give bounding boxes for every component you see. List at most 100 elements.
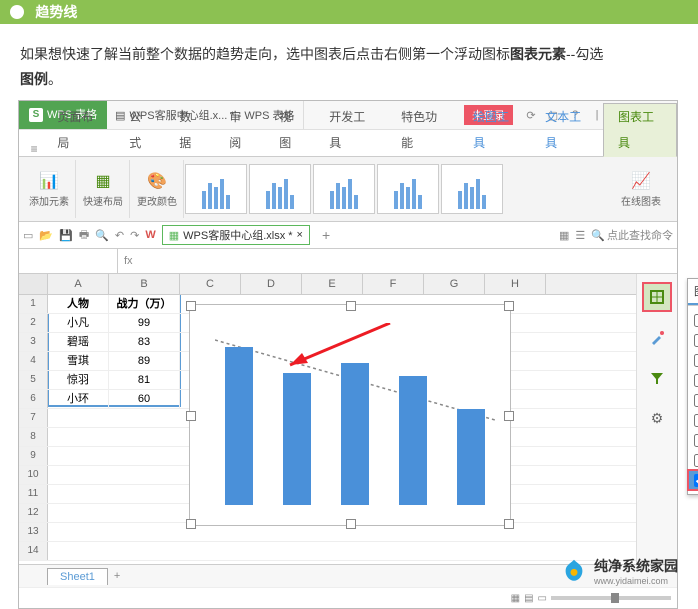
col-header[interactable]: B [109,274,180,294]
checkbox[interactable] [694,394,698,407]
chart-settings-button[interactable]: ⚙ [643,404,671,432]
popup-item-axis-title[interactable]: 轴标题 [688,330,698,350]
tab-text-tools[interactable]: 文本工具 [531,104,603,156]
checkbox[interactable] [694,374,698,387]
resize-handle[interactable] [346,301,356,311]
chart-elements-button[interactable] [642,282,672,312]
quick-layout-button[interactable]: ▦ 快速布局 [77,160,130,218]
popup-item-error-bar[interactable]: 误差线 [688,410,698,430]
cell[interactable]: 碧瑶 [48,333,109,351]
popup-item-gridlines[interactable]: 网格线 [688,430,698,450]
checkbox[interactable] [694,454,698,467]
popup-item-trendline[interactable]: 趋势线 [688,470,698,490]
tab-special[interactable]: 特色功能 [387,104,459,156]
qat-w-icon[interactable]: W [145,229,155,241]
add-element-button[interactable]: 📊 添加元素 [23,160,76,218]
qat-redo-icon[interactable]: ↷ [130,229,139,242]
tab-draw-tools[interactable]: 绘图工具 [459,104,531,156]
cell[interactable]: 小环 [48,390,109,408]
zoom-slider[interactable] [551,596,671,600]
col-header[interactable]: A [48,274,109,294]
popup-item-chart-title[interactable]: 图表标题 [688,350,698,370]
row-header[interactable]: 10 [19,466,48,484]
cell[interactable]: 战力（万） [109,295,180,313]
checkbox[interactable] [694,434,698,447]
resize-handle[interactable] [186,519,196,529]
cell[interactable]: 83 [109,333,180,351]
checkbox[interactable] [694,314,698,327]
qat-preview-icon[interactable]: 🔍 [95,229,109,242]
popup-item-data-label[interactable]: 数据标签 [688,370,698,390]
resize-handle[interactable] [504,411,514,421]
row-header[interactable]: 2 [19,314,48,332]
row-header[interactable]: 3 [19,333,48,351]
resize-handle[interactable] [504,301,514,311]
qat-open-icon[interactable]: 📂 [39,229,53,242]
popup-item-legend[interactable]: 图例 [688,450,698,470]
row-header[interactable]: 7 [19,409,48,427]
command-search[interactable]: 🔍 点此查找命令 [591,227,673,243]
style-item[interactable] [249,164,311,214]
tab-chart-tools[interactable]: 图表工具 [603,103,677,157]
menu-icon[interactable]: ≡ [25,138,43,156]
col-header[interactable]: H [485,274,546,294]
qat-save-icon[interactable]: 💾 [59,229,73,242]
tab-view[interactable]: 视图 [265,104,315,156]
resize-handle[interactable] [504,519,514,529]
row-header[interactable]: 8 [19,428,48,446]
view-icon[interactable]: ▤ [524,593,533,604]
qat-print-icon[interactable]: 🖶 [79,226,89,245]
col-header[interactable]: C [180,274,241,294]
popup-tab-elements[interactable]: 图表元素 [688,279,698,305]
file-close-icon[interactable]: × [297,229,303,241]
cell[interactable]: 60 [109,390,180,408]
row-header[interactable]: 1 [19,295,48,313]
checkbox[interactable] [694,474,698,487]
chart-filter-button[interactable] [643,364,671,392]
col-header[interactable]: D [241,274,302,294]
resize-handle[interactable] [186,411,196,421]
row-header[interactable]: 14 [19,542,48,560]
online-chart-button[interactable]: 📈 在线图表 [615,160,667,218]
row-header[interactable]: 12 [19,504,48,522]
col-header[interactable]: F [363,274,424,294]
qat-cloud-icon[interactable]: ▦ [559,229,569,242]
qat-undo-icon[interactable]: ↶ [115,229,124,242]
qat-new-icon[interactable]: ▭ [23,229,33,242]
sheet-area[interactable]: A B C D E F G H 1人物战力（万） 2小凡99 3碧瑶83 4雪琪… [19,274,636,564]
popup-item-axis[interactable]: 坐标轴 [688,310,698,330]
row-header[interactable]: 6 [19,390,48,408]
row-header[interactable]: 13 [19,523,48,541]
tab-formulas[interactable]: 公式 [115,104,165,156]
file-tab[interactable]: ▦ WPS客服中心组.xlsx * × [162,225,310,245]
sheet-tab[interactable]: Sheet1 [47,568,108,585]
tab-page-layout[interactable]: 页面布局 [43,104,115,156]
chart-styles-button[interactable] [643,324,671,352]
cell[interactable]: 雪琪 [48,352,109,370]
style-gallery[interactable] [185,164,503,214]
embedded-chart[interactable] [189,304,511,526]
popup-item-data-table[interactable]: 数据表 [688,390,698,410]
view-icon[interactable]: ▭ [538,593,547,604]
col-header[interactable]: E [302,274,363,294]
tab-dev[interactable]: 开发工具 [315,104,387,156]
resize-handle[interactable] [346,519,356,529]
tab-review[interactable]: 审阅 [215,104,265,156]
resize-handle[interactable] [186,301,196,311]
select-all-corner[interactable] [19,274,48,294]
style-item[interactable] [185,164,247,214]
name-box[interactable] [19,249,118,273]
style-item[interactable] [441,164,503,214]
new-tab-button[interactable]: + [316,227,336,243]
tab-data[interactable]: 数据 [165,104,215,156]
cell[interactable]: 小凡 [48,314,109,332]
cell[interactable]: 惊羽 [48,371,109,389]
cell[interactable]: 人物 [48,295,109,313]
cell[interactable]: 99 [109,314,180,332]
style-item[interactable] [313,164,375,214]
view-icon[interactable]: ▦ [511,593,520,604]
checkbox[interactable] [694,354,698,367]
change-color-button[interactable]: 🎨 更改颜色 [131,160,184,218]
cell[interactable]: 81 [109,371,180,389]
qat-misc-icon[interactable]: ☰ [575,229,585,242]
